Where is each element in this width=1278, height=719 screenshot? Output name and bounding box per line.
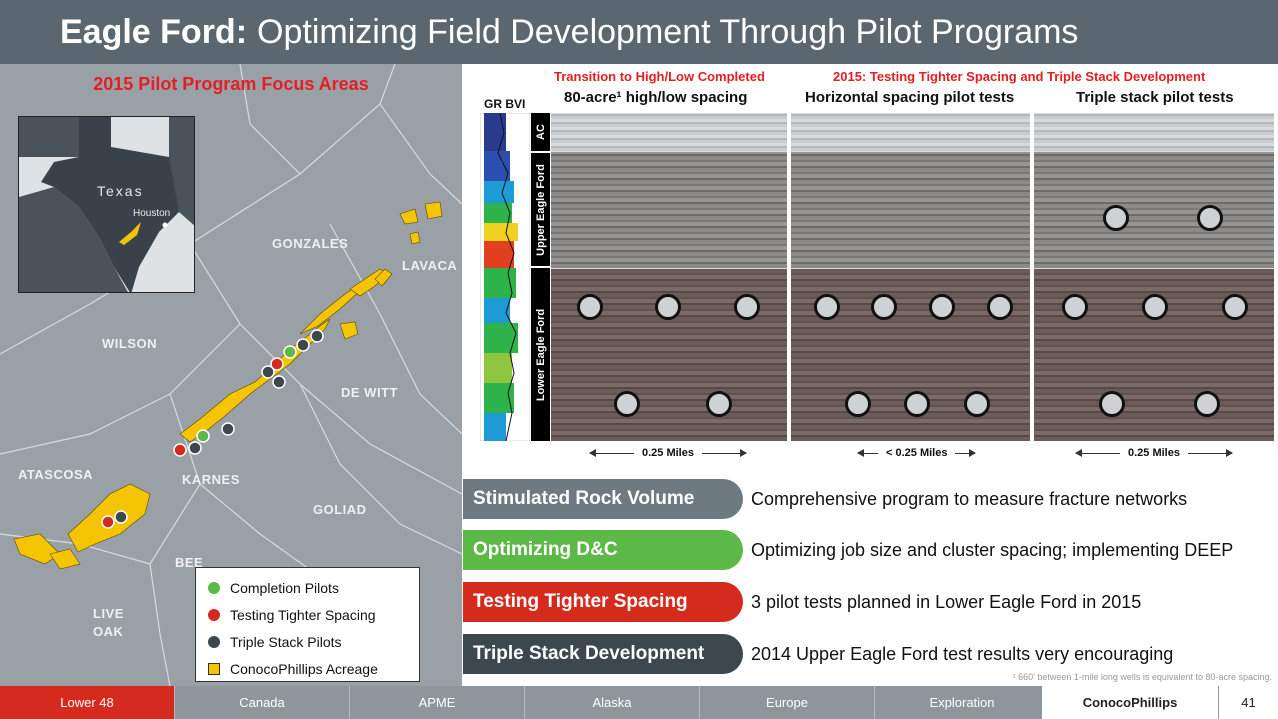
- program-row-spacing: Testing Tighter Spacing: [463, 582, 743, 622]
- well-marker: [734, 294, 760, 320]
- xs-panel-1: [551, 113, 787, 441]
- scale-bar-3: 0.25 Miles: [1075, 447, 1233, 459]
- legend-item-spacing: Testing Tighter Spacing: [208, 601, 407, 628]
- legend-item-acreage: ConocoPhillips Acreage: [208, 655, 407, 682]
- legend-item-triple-stack: Triple Stack Pilots: [208, 628, 407, 655]
- logo-text: ConocoPhillips: [1082, 695, 1178, 710]
- triple-stack-pilot-marker: [261, 365, 275, 379]
- zone-upper-label: Upper Eagle Ford: [531, 153, 550, 266]
- well-marker: [1099, 391, 1125, 417]
- well-marker: [706, 391, 732, 417]
- triple-stack-pilot-marker: [310, 329, 324, 343]
- legend-item-completion: Completion Pilots: [208, 574, 407, 601]
- scale-bar-2: < 0.25 Miles: [857, 447, 977, 459]
- well-marker: [904, 391, 930, 417]
- tighter-spacing-marker: [101, 515, 115, 529]
- well-marker: [1222, 294, 1248, 320]
- nav-canada[interactable]: Canada: [175, 686, 350, 719]
- well-marker: [814, 294, 840, 320]
- program-row-srv: Stimulated Rock Volume: [463, 479, 743, 519]
- well-marker: [929, 294, 955, 320]
- panel3-title: Triple stack pilot tests: [1076, 89, 1234, 106]
- well-marker: [577, 294, 603, 320]
- triple-stack-pilot-marker: [114, 510, 128, 524]
- eagle-ford-map: 2015 Pilot Program Focus Areas Texas Hou…: [0, 64, 462, 686]
- well-marker: [871, 294, 897, 320]
- conocophillips-logo: ConocoPhillips: [1042, 686, 1218, 719]
- well-marker: [987, 294, 1013, 320]
- footnote: ¹ 660' between 1-mile long wells is equi…: [1012, 672, 1272, 682]
- tighter-spacing-marker: [173, 443, 187, 457]
- program-label: Optimizing D&C: [463, 530, 743, 570]
- well-marker: [845, 391, 871, 417]
- legend-label: Triple Stack Pilots: [230, 633, 342, 650]
- program-row-triple: Triple Stack Development: [463, 634, 743, 674]
- program-row-dc: Optimizing D&C: [463, 530, 743, 570]
- gamma-ray-log: [480, 113, 530, 441]
- legend-label: ConocoPhillips Acreage: [230, 660, 378, 677]
- zone-ac-label: AC: [531, 113, 550, 151]
- dark-dot-icon: [208, 635, 220, 648]
- triple-stack-pilot-marker: [296, 338, 310, 352]
- triple-stack-pilot-marker: [221, 422, 235, 436]
- program-desc: 2014 Upper Eagle Ford test results very …: [751, 643, 1174, 664]
- program-desc: 3 pilot tests planned in Lower Eagle For…: [751, 591, 1142, 612]
- well-marker: [655, 294, 681, 320]
- nav-apme[interactable]: APME: [350, 686, 525, 719]
- nav-lower-48[interactable]: Lower 48: [0, 686, 175, 719]
- well-marker: [1197, 205, 1223, 231]
- well-marker: [1103, 205, 1129, 231]
- legend-label: Testing Tighter Spacing: [230, 606, 376, 623]
- yellow-square-icon: [208, 662, 220, 675]
- xs-panel-3: [1034, 113, 1274, 441]
- well-marker: [964, 391, 990, 417]
- log-label: GR BVI: [484, 97, 526, 111]
- well-marker: [1142, 294, 1168, 320]
- triple-stack-pilot-marker: [272, 375, 286, 389]
- program-desc: Comprehensive program to measure fractur…: [751, 488, 1188, 509]
- well-marker: [614, 391, 640, 417]
- slide-header: Eagle Ford: Optimizing Field Development…: [0, 0, 1278, 64]
- zone-lower-label: Lower Eagle Ford: [531, 268, 550, 441]
- program-label: Testing Tighter Spacing: [463, 582, 743, 622]
- slide-title-bold: Eagle Ford:: [60, 12, 248, 51]
- legend-label: Completion Pilots: [230, 579, 339, 596]
- xs-panel-2: [791, 113, 1030, 441]
- completion-pilot-marker: [196, 429, 210, 443]
- panel1-title: 80-acre¹ high/low spacing: [564, 89, 748, 106]
- nav-exploration[interactable]: Exploration: [875, 686, 1050, 719]
- well-marker: [1194, 391, 1220, 417]
- slide-title: Optimizing Field Development Through Pil…: [257, 12, 1079, 51]
- triple-stack-pilot-marker: [188, 441, 202, 455]
- program-desc: Optimizing job size and cluster spacing;…: [751, 539, 1234, 560]
- red-dot-icon: [208, 608, 220, 621]
- map-legend: Completion Pilots Testing Tighter Spacin…: [195, 567, 420, 682]
- scale-bar-1: 0.25 Miles: [589, 447, 747, 459]
- green-dot-icon: [208, 581, 220, 594]
- nav-europe[interactable]: Europe: [700, 686, 875, 719]
- page-number: 41: [1218, 686, 1278, 719]
- completion-pilot-marker: [283, 345, 297, 359]
- panel2-title: Horizontal spacing pilot tests: [805, 89, 1015, 106]
- nav-alaska[interactable]: Alaska: [525, 686, 700, 719]
- well-marker: [1062, 294, 1088, 320]
- program-label: Triple Stack Development: [463, 634, 743, 674]
- program-label: Stimulated Rock Volume: [463, 479, 743, 519]
- xs-header-right: 2015: Testing Tighter Spacing and Triple…: [833, 69, 1206, 84]
- xs-header-left: Transition to High/Low Completed: [554, 69, 765, 84]
